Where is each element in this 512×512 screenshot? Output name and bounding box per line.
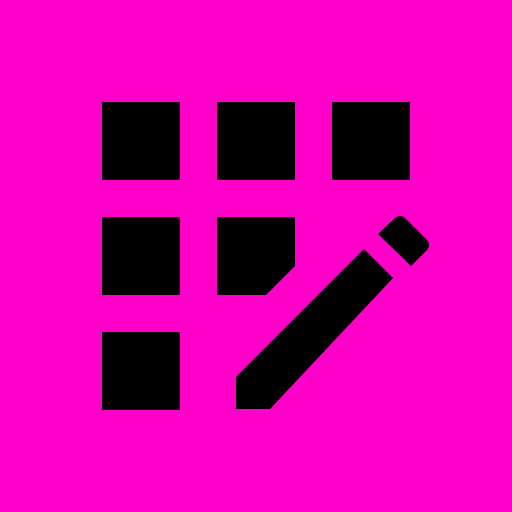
icon-canvas bbox=[0, 0, 512, 512]
grid-cell bbox=[102, 332, 180, 410]
grid-cell bbox=[102, 102, 180, 180]
grid-cell bbox=[102, 217, 180, 295]
grid-cell bbox=[217, 102, 295, 180]
grid-edit-icon bbox=[0, 0, 512, 512]
grid-cell bbox=[332, 102, 410, 180]
